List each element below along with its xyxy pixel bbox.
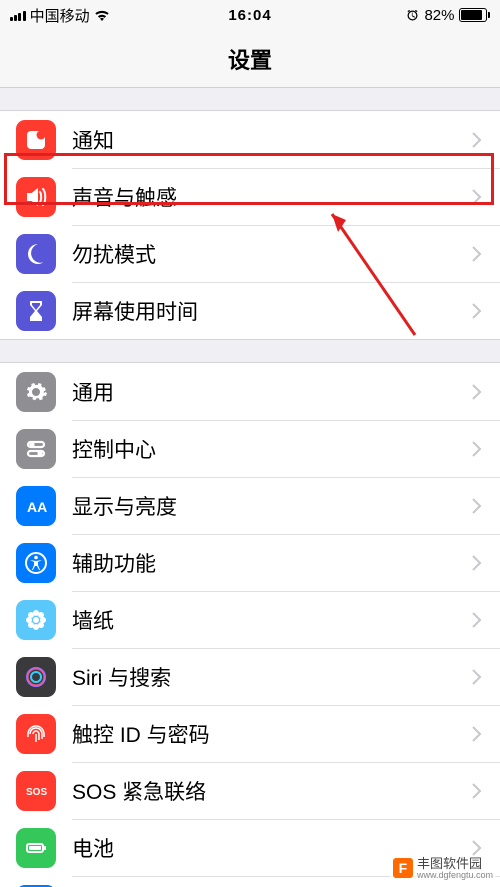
switches-icon (16, 429, 56, 469)
row-siri[interactable]: Siri 与搜索 (0, 648, 500, 705)
row-label: 屏幕使用时间 (72, 296, 472, 326)
gear-icon (16, 372, 56, 412)
chevron-right-icon (472, 246, 482, 262)
chevron-right-icon (472, 384, 482, 400)
flower-icon (16, 600, 56, 640)
page-title: 设置 (228, 43, 272, 75)
speaker-icon (16, 177, 56, 217)
battery-icon (459, 8, 491, 22)
chevron-right-icon (472, 612, 482, 628)
row-label: 声音与触感 (72, 182, 472, 212)
siri-icon (16, 657, 56, 697)
row-wallpaper[interactable]: 墙纸 (0, 591, 500, 648)
row-screentime[interactable]: 屏幕使用时间 (0, 282, 500, 339)
notification-icon (16, 120, 56, 160)
svg-text:SOS: SOS (26, 787, 47, 798)
status-left: 中国移动 (10, 5, 170, 26)
chevron-right-icon (472, 669, 482, 685)
row-label: 勿扰模式 (72, 239, 472, 269)
row-notifications[interactable]: 通知 (0, 111, 500, 168)
row-label: 触控 ID 与密码 (72, 719, 472, 749)
spacer (0, 340, 500, 362)
row-label: 控制中心 (72, 434, 472, 464)
chevron-right-icon (472, 555, 482, 571)
status-bar: 中国移动 16:04 82% (0, 0, 500, 30)
chevron-right-icon (472, 498, 482, 514)
chevron-right-icon (472, 132, 482, 148)
row-dnd[interactable]: 勿扰模式 (0, 225, 500, 282)
row-touchid[interactable]: 触控 ID 与密码 (0, 705, 500, 762)
nav-header: 设置 (0, 30, 500, 88)
row-display[interactable]: AA 显示与亮度 (0, 477, 500, 534)
row-label: 辅助功能 (72, 548, 472, 578)
row-label: SOS 紧急联络 (72, 776, 472, 806)
battery-pct: 82% (424, 7, 454, 24)
chevron-right-icon (472, 840, 482, 856)
row-label: 显示与亮度 (72, 491, 472, 521)
signal-icon (10, 9, 26, 21)
chevron-right-icon (472, 189, 482, 205)
watermark-url: www.dgfengtu.com (417, 871, 493, 880)
row-label: Siri 与搜索 (72, 662, 472, 692)
status-time: 16:04 (170, 7, 330, 24)
status-right: 82% (330, 7, 490, 24)
settings-group-1: 通知 声音与触感 勿扰模式 屏幕使用时间 (0, 110, 500, 340)
watermark-logo: F (393, 858, 413, 878)
carrier-label: 中国移动 (30, 5, 90, 26)
row-general[interactable]: 通用 (0, 363, 500, 420)
settings-group-2: 通用 控制中心 AA 显示与亮度 辅助功能 墙纸 Siri 与搜索 (0, 362, 500, 887)
chevron-right-icon (472, 726, 482, 742)
row-accessibility[interactable]: 辅助功能 (0, 534, 500, 591)
watermark: F 丰图软件园 www.dgfengtu.com (390, 856, 496, 881)
aa-icon: AA (16, 486, 56, 526)
accessibility-icon (16, 543, 56, 583)
spacer (0, 88, 500, 110)
moon-icon (16, 234, 56, 274)
fingerprint-icon (16, 714, 56, 754)
chevron-right-icon (472, 303, 482, 319)
row-sos[interactable]: SOS SOS 紧急联络 (0, 762, 500, 819)
sos-icon: SOS (16, 771, 56, 811)
chevron-right-icon (472, 783, 482, 799)
alarm-icon (405, 8, 420, 23)
row-sounds[interactable]: 声音与触感 (0, 168, 500, 225)
row-control-center[interactable]: 控制中心 (0, 420, 500, 477)
battery-icon (16, 828, 56, 868)
hourglass-icon (16, 291, 56, 331)
svg-text:AA: AA (27, 499, 47, 515)
row-label: 通用 (72, 377, 472, 407)
row-label: 通知 (72, 125, 472, 155)
row-label: 墙纸 (72, 605, 472, 635)
chevron-right-icon (472, 441, 482, 457)
wifi-icon (94, 9, 110, 21)
watermark-text: 丰图软件园 (417, 857, 493, 871)
